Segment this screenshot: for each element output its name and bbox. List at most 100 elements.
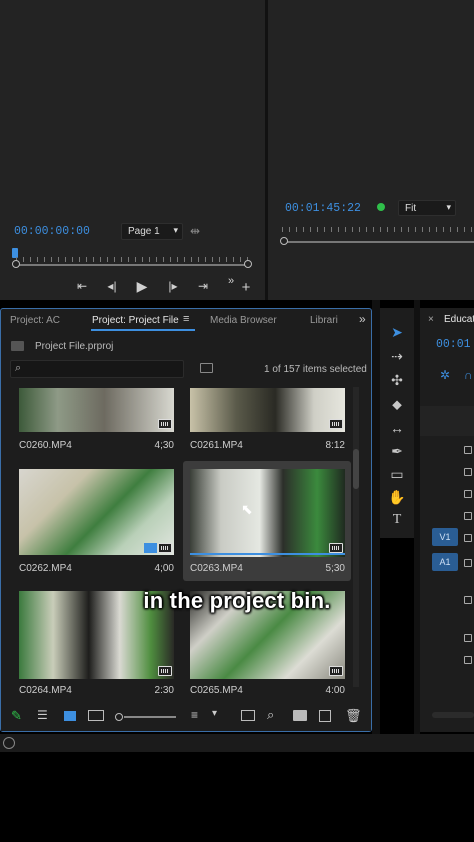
- list-view-icon[interactable]: ☰: [37, 708, 48, 722]
- lock-icon[interactable]: [464, 446, 472, 454]
- clip-name: C0265.MP4: [190, 685, 243, 696]
- scrollbar-track[interactable]: [353, 387, 359, 687]
- lock-icon[interactable]: [464, 468, 472, 476]
- clip-item[interactable]: C0262.MP4 4;00: [19, 469, 174, 575]
- tab-sequence[interactable]: Educati: [444, 314, 474, 325]
- track-a1[interactable]: A1: [432, 553, 458, 571]
- play-icon[interactable]: ▶: [132, 278, 152, 294]
- program-scrub-handle[interactable]: [280, 237, 288, 245]
- clip-name: C0263.MP4: [190, 563, 243, 574]
- page-select[interactable]: Page 1 ▾: [121, 223, 183, 240]
- tab-project-ac[interactable]: Project: AC: [10, 315, 60, 326]
- mouse-cursor-icon: ⬉: [241, 501, 253, 517]
- program-scrub-track[interactable]: [282, 241, 474, 243]
- clip-thumbnail: [19, 388, 174, 432]
- lock-icon[interactable]: [464, 634, 472, 642]
- source-monitor: 00:00:00:00 Page 1 ▾ ⇹ ⇤ ◂| ▶ |▸ ⇥ » +: [0, 0, 265, 300]
- step-back-icon[interactable]: ◂|: [102, 278, 122, 294]
- new-item-icon[interactable]: [319, 710, 331, 722]
- icon-view-icon[interactable]: [64, 711, 76, 721]
- pen-tool-icon[interactable]: ✒: [386, 441, 408, 461]
- status-bar: [0, 734, 474, 752]
- ripple-edit-tool-icon[interactable]: ✣: [386, 370, 408, 390]
- new-bin-icon[interactable]: [293, 710, 307, 721]
- clip-duration: 5;30: [325, 563, 345, 574]
- step-forward-icon[interactable]: |▸: [163, 278, 183, 294]
- track-v1[interactable]: V1: [432, 528, 458, 546]
- active-tab-indicator: [91, 329, 195, 331]
- chevron-down-icon[interactable]: ▾: [212, 708, 217, 719]
- timeline-scrollbar[interactable]: [432, 712, 474, 718]
- trash-icon[interactable]: 🗑: [345, 708, 362, 724]
- chevron-down-icon: ▾: [173, 225, 178, 235]
- clip-thumbnail: [190, 388, 345, 432]
- clip-item-selected[interactable]: ⬉ C0263.MP4 5;30: [183, 461, 351, 581]
- type-tool-icon[interactable]: T: [386, 510, 408, 530]
- chevron-down-icon: ▾: [446, 202, 451, 212]
- linked-selection-icon[interactable]: ∩: [464, 368, 473, 382]
- in-use-badge: [144, 543, 157, 553]
- panel-menu-icon[interactable]: ≡: [183, 313, 189, 325]
- program-timecode[interactable]: 00:01:45:22: [285, 202, 361, 215]
- resize-arrows-icon[interactable]: ⇹: [190, 224, 200, 238]
- clip-item[interactable]: C0260.MP4 4;30: [19, 388, 174, 455]
- timeline-timecode[interactable]: 00:01: [436, 338, 471, 351]
- slip-tool-icon[interactable]: ↔: [386, 418, 408, 438]
- clip-duration: 4;00: [154, 563, 174, 574]
- automate-to-sequence-icon[interactable]: [241, 710, 255, 721]
- lock-icon[interactable]: [464, 559, 472, 567]
- selection-tool-icon[interactable]: ➤: [386, 322, 408, 342]
- lock-icon[interactable]: [464, 534, 472, 542]
- tab-media-browser[interactable]: Media Browser: [210, 315, 277, 326]
- search-input[interactable]: ⌕: [10, 360, 184, 378]
- find-icon[interactable]: ⌕: [267, 707, 274, 723]
- source-timecode[interactable]: 00:00:00:00: [14, 225, 90, 238]
- tab-project-file[interactable]: Project: Project File: [92, 315, 179, 326]
- clip-progress-bar: [190, 553, 345, 555]
- clip-item[interactable]: C0261.MP4 8:12: [190, 388, 345, 455]
- lock-icon[interactable]: [464, 490, 472, 498]
- video-audio-badge-icon: [158, 543, 172, 553]
- hand-tool-icon[interactable]: ✋: [386, 487, 408, 507]
- panel-gutter[interactable]: [372, 300, 380, 734]
- track-select-tool-icon[interactable]: ⇢: [386, 346, 408, 366]
- panel-gutter[interactable]: [414, 300, 420, 734]
- project-toolbar: ✎ ☰ ≡ ▾ ⌕ 🗑: [1, 703, 371, 731]
- rectangle-tool-icon[interactable]: ▭: [386, 464, 408, 484]
- clip-name: C0264.MP4: [19, 685, 72, 696]
- clip-duration: 4;30: [154, 440, 174, 451]
- more-tabs-icon[interactable]: »: [359, 312, 366, 326]
- zoom-select[interactable]: Fit ▾: [398, 200, 456, 216]
- sort-icon[interactable]: ≡: [191, 708, 198, 722]
- add-button-icon[interactable]: +: [236, 280, 256, 296]
- go-to-in-icon[interactable]: ⇤: [72, 278, 92, 294]
- lock-icon[interactable]: [464, 656, 472, 664]
- video-caption: in the project bin.: [143, 588, 331, 613]
- zoom-slider-handle[interactable]: [115, 713, 123, 721]
- scrub-start-handle[interactable]: [12, 260, 20, 268]
- program-monitor: 00:01:45:22 Fit ▾: [268, 0, 474, 300]
- snap-icon[interactable]: ✲: [440, 368, 450, 382]
- close-icon[interactable]: ×: [428, 314, 434, 325]
- go-to-out-icon[interactable]: ⇥: [193, 278, 213, 294]
- project-panel: Project: AC Project: Project File ≡ Medi…: [0, 308, 372, 732]
- lock-icon[interactable]: [464, 512, 472, 520]
- video-audio-badge-icon: [329, 419, 343, 429]
- creative-cloud-icon[interactable]: [3, 737, 15, 749]
- clip-name: C0260.MP4: [19, 440, 72, 451]
- freeform-view-icon[interactable]: [88, 710, 104, 721]
- pencil-icon[interactable]: ✎: [11, 708, 22, 724]
- razor-tool-icon[interactable]: ⬥: [386, 394, 408, 414]
- new-search-bin-icon[interactable]: [200, 363, 213, 373]
- tab-libraries[interactable]: Librari: [310, 315, 338, 326]
- scrollbar-thumb[interactable]: [353, 449, 359, 489]
- project-filename: Project File.prproj: [35, 341, 114, 352]
- items-selected-count: 1 of 157 items selected: [264, 364, 367, 375]
- source-scrub-track[interactable]: [16, 264, 248, 266]
- tools-panel: ➤ ⇢ ✣ ⬥ ↔ ✒ ▭ ✋ T: [380, 308, 414, 538]
- timeline-ruler[interactable]: [420, 406, 474, 436]
- program-time-ruler[interactable]: [282, 224, 474, 236]
- zoom-slider-track[interactable]: [124, 716, 176, 718]
- page-select-label: Page 1: [128, 226, 160, 237]
- scrub-end-handle[interactable]: [244, 260, 252, 268]
